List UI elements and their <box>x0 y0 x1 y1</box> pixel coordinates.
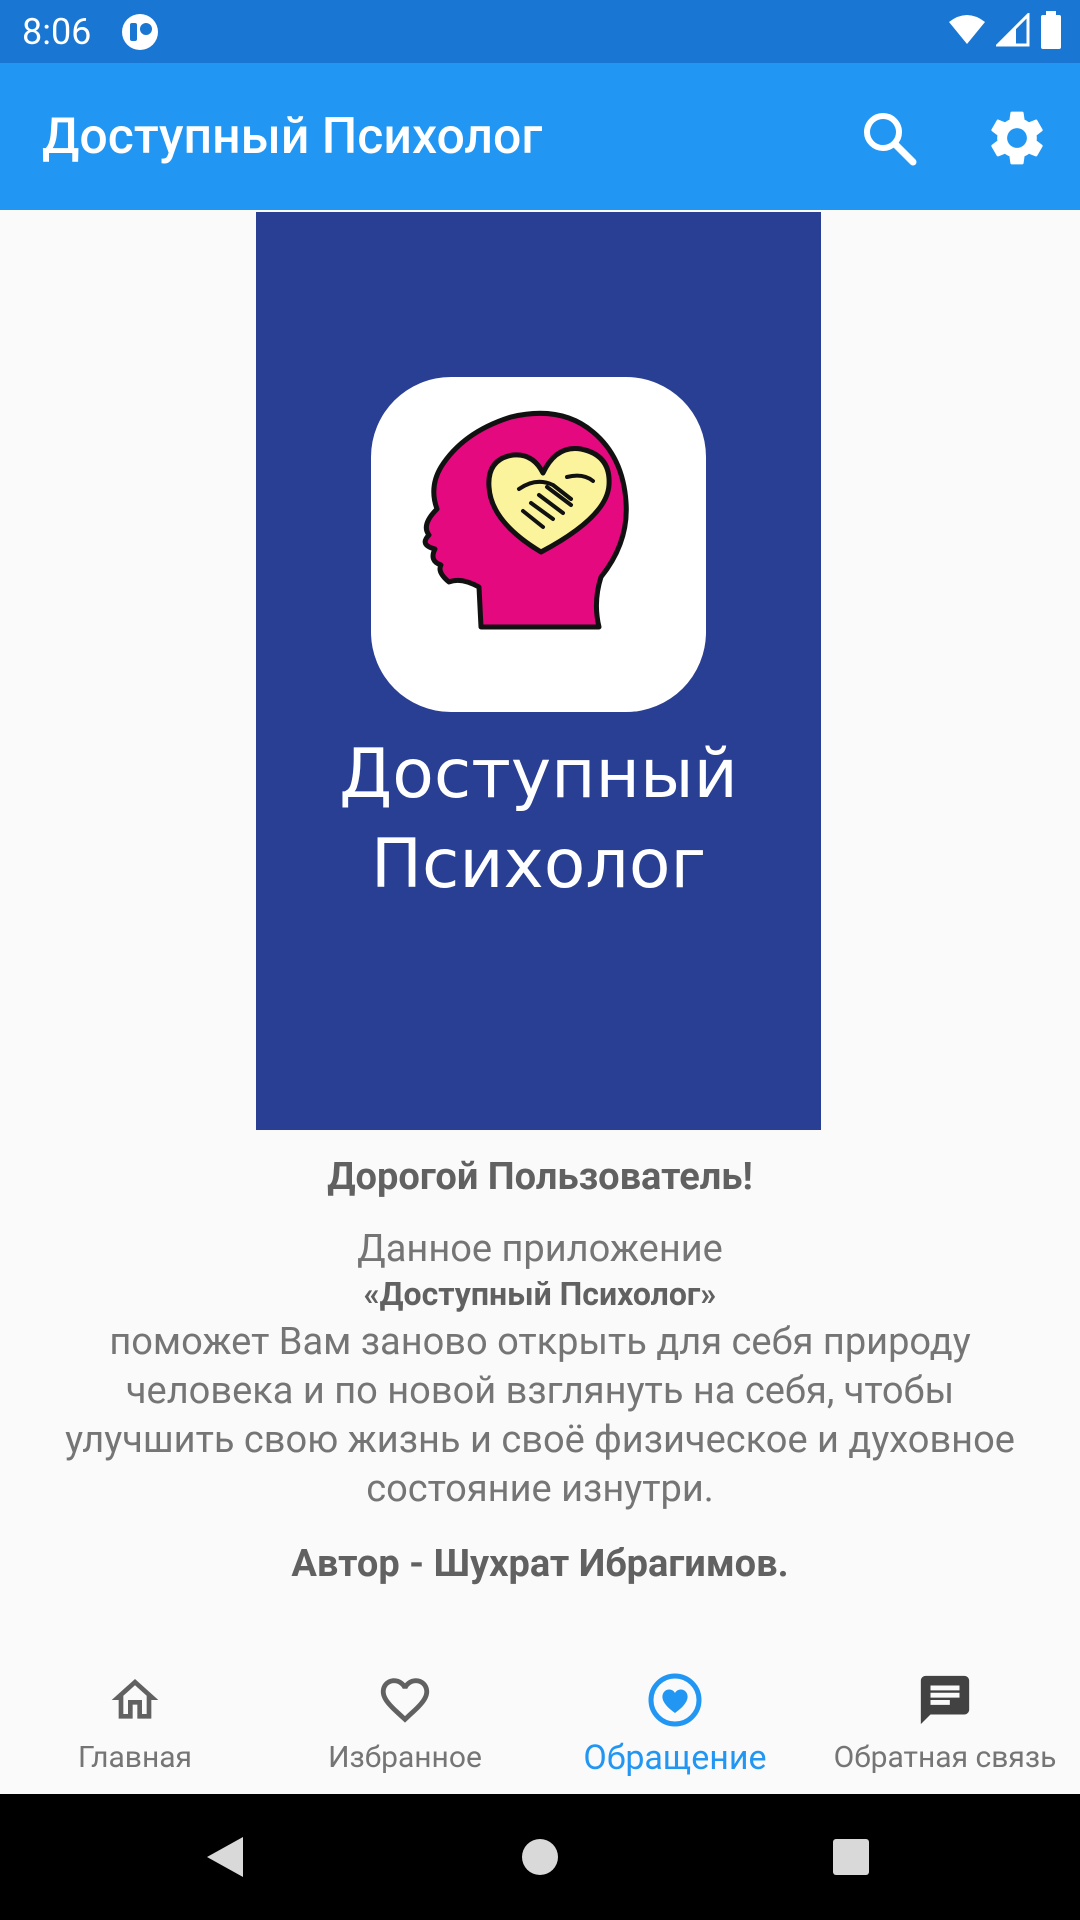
nav-item-feedback[interactable]: Обратная связь <box>810 1640 1080 1794</box>
status-time: 8:06 <box>22 11 92 53</box>
app-title: Доступный Психолог <box>42 108 543 166</box>
nav-item-favorites[interactable]: Избранное <box>270 1640 540 1794</box>
nav-label-appeal: Обращение <box>583 1738 767 1778</box>
recents-icon[interactable] <box>826 1832 876 1882</box>
app-notification-icon <box>120 12 160 52</box>
status-bar: 8:06 <box>0 0 1080 63</box>
back-icon[interactable] <box>200 1832 250 1882</box>
chat-icon <box>915 1670 975 1730</box>
nav-label-home: Главная <box>77 1740 193 1775</box>
heart-outline-icon <box>375 1670 435 1730</box>
heart-circle-icon <box>645 1670 705 1730</box>
nav-label-feedback: Обратная связь <box>833 1740 1057 1775</box>
main-content: Доступный Психолог Дорогой Пользователь!… <box>0 210 1080 1640</box>
greeting-text: Дорогой Пользователь! <box>327 1155 753 1199</box>
app-bar: Доступный Психолог <box>0 63 1080 210</box>
nav-label-favorites: Избранное <box>328 1740 482 1775</box>
app-name-text: «Доступный Психолог» <box>363 1275 717 1313</box>
signal-icon <box>994 11 1030 51</box>
home-icon <box>105 1670 165 1730</box>
home-circle-icon[interactable] <box>515 1832 565 1882</box>
poster-title-line2: Психолог <box>370 825 707 904</box>
poster-title-line1: Доступный <box>339 735 738 814</box>
battery-icon <box>1040 11 1062 53</box>
nav-item-appeal[interactable]: Обращение <box>540 1640 810 1794</box>
search-icon[interactable] <box>854 103 924 173</box>
head-heart-handshake-icon <box>422 410 629 630</box>
app-poster-image: Доступный Психолог <box>256 212 821 1130</box>
settings-icon[interactable] <box>982 103 1052 173</box>
app-logo <box>371 377 706 712</box>
description-text: поможет Вам заново открыть для себя прир… <box>65 1320 1015 1511</box>
poster-title: Доступный Психолог <box>256 730 821 910</box>
bottom-navigation: Главная Избранное Обращение Обратная свя… <box>0 1640 1080 1794</box>
author-text: Автор - Шухрат Ибрагимов. <box>291 1542 789 1586</box>
intro-text: Данное приложение <box>357 1227 723 1271</box>
nav-item-home[interactable]: Главная <box>0 1640 270 1794</box>
wifi-icon <box>948 14 986 50</box>
system-navigation-bar <box>0 1794 1080 1920</box>
